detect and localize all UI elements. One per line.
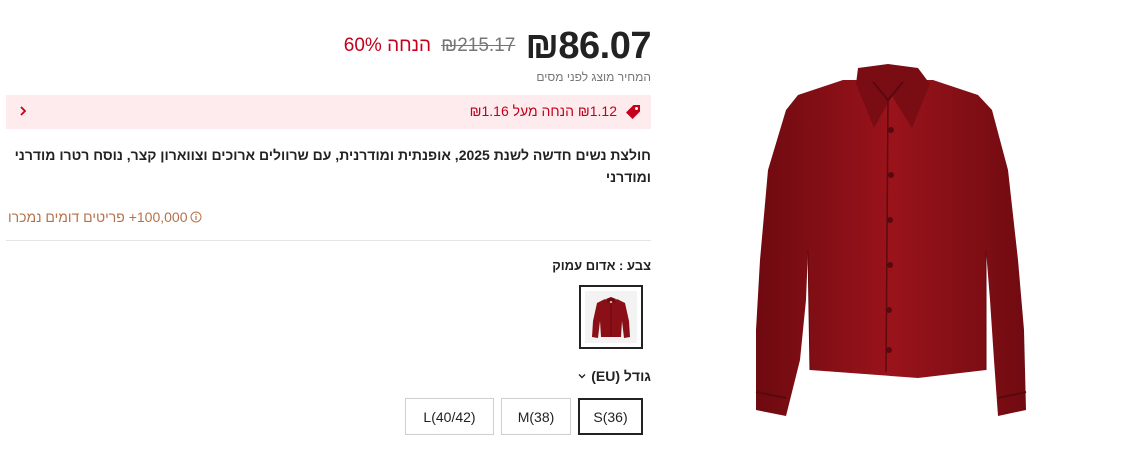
size-option-l[interactable]: L(40/42): [405, 398, 494, 435]
divider: [6, 240, 651, 241]
product-title: חולצת נשים חדשה לשנת 2025, אופנתית ומודר…: [14, 147, 651, 185]
promo-text: ₪1.12 הנחה מעל ₪1.16: [469, 103, 617, 119]
swatch-shirt-thumbnail: [585, 291, 637, 343]
info-icon[interactable]: [190, 211, 202, 223]
chevron-left-icon[interactable]: [16, 103, 30, 119]
product-image[interactable]: [668, 0, 1132, 450]
tax-note: המחיר מוצג לפני מסים: [536, 70, 651, 84]
chevron-down-icon[interactable]: [577, 371, 587, 381]
product-info: ₪86.07 ₪215.17 60% הנחה המחיר מוצג לפני …: [6, 0, 651, 450]
size-option-m[interactable]: M(38): [501, 398, 571, 435]
discount-badge: 60% הנחה: [343, 35, 432, 56]
price-tag-icon: [626, 105, 640, 119]
color-label: צבע : אדום עמוק: [552, 258, 651, 273]
promo-banner[interactable]: ₪1.12 הנחה מעל ₪1.16: [6, 95, 651, 129]
size-label[interactable]: גודל (EU): [577, 368, 651, 384]
original-price: ₪215.17: [441, 35, 516, 56]
price-row: ₪86.07 ₪215.17 60% הנחה: [343, 24, 652, 68]
current-price: ₪86.07: [525, 24, 651, 67]
size-option-s[interactable]: S(36): [578, 398, 643, 435]
color-swatch[interactable]: [579, 285, 643, 349]
size-label-text: גודל (EU): [591, 368, 651, 384]
sold-count: 100,000+ פריטים דומים נמכרו: [8, 208, 202, 226]
sold-count-text: 100,000+ פריטים דומים נמכרו: [8, 209, 188, 225]
